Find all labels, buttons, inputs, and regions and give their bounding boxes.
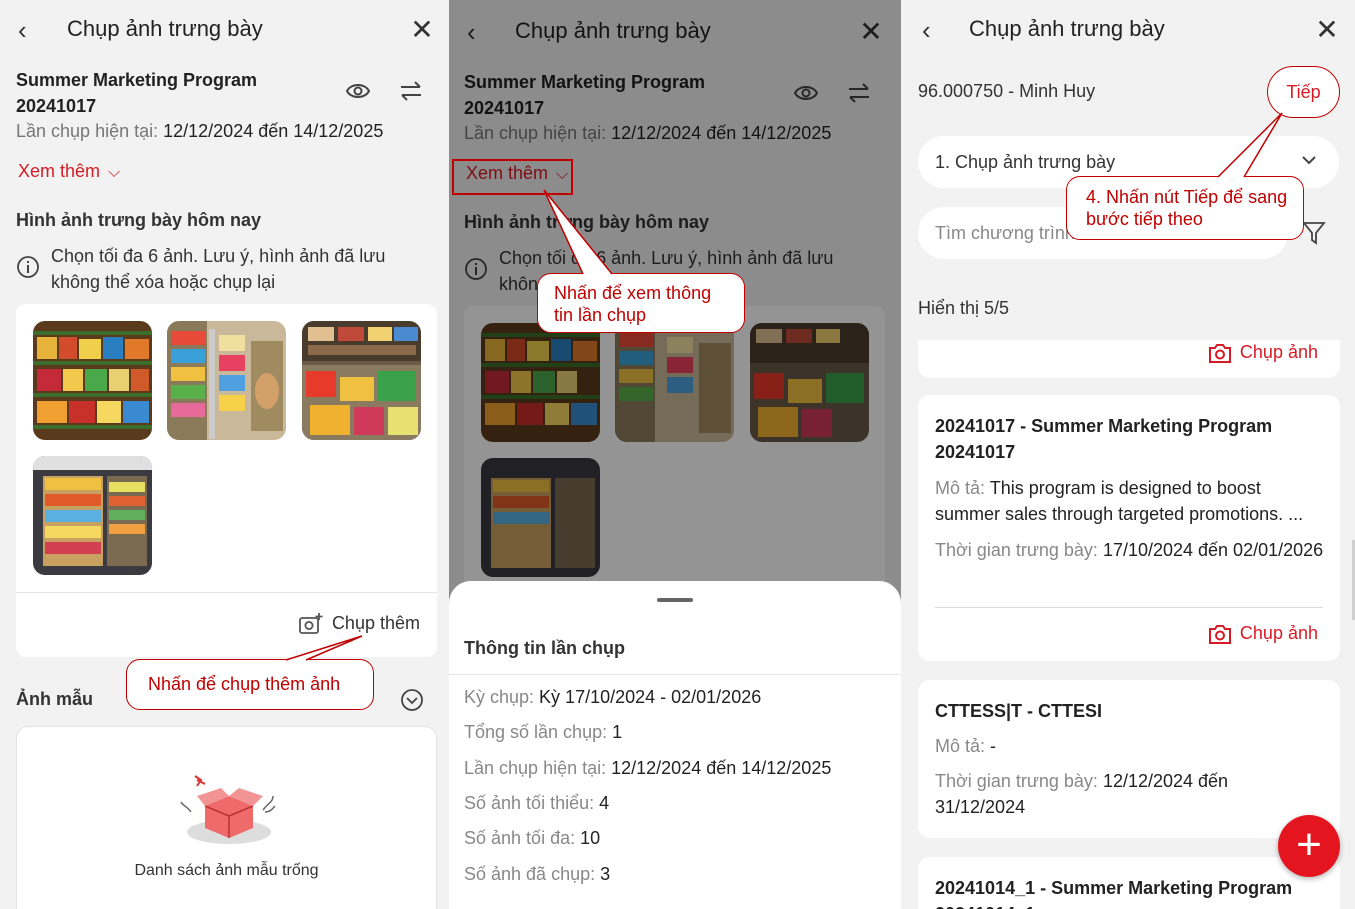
program-display-time: Thời gian trưng bày: 12/12/2024 đến 31/1… bbox=[935, 771, 1229, 817]
filter-icon[interactable] bbox=[1302, 220, 1326, 246]
program-display-time: Thời gian trưng bày: 17/10/2024 đến 02/0… bbox=[935, 540, 1324, 560]
back-icon[interactable]: ‹ bbox=[922, 16, 946, 44]
detail-row: Tổng số lần chụp: 1 bbox=[464, 722, 623, 742]
more-shot-button[interactable]: Chụp thêm bbox=[298, 612, 420, 636]
drag-handle[interactable] bbox=[657, 598, 693, 602]
program-card-title: CTTESS|T - CTTESI bbox=[935, 701, 1103, 721]
page-title: Chụp ảnh trưng bày bbox=[969, 16, 1165, 41]
detail-row: Lần chụp hiện tại: 12/12/2024 đến 14/12/… bbox=[464, 758, 832, 778]
screen-program-list: ‹ Chụp ảnh trưng bày ✕ 96.000750 - Minh … bbox=[901, 0, 1355, 909]
chevron-down-icon: ⌵ bbox=[108, 164, 121, 181]
program-description: Mô tả: - bbox=[935, 736, 997, 756]
photo-thumbnail[interactable] bbox=[167, 321, 286, 440]
close-icon[interactable]: ✕ bbox=[1314, 16, 1340, 44]
next-button[interactable]: Tiếp bbox=[1267, 66, 1340, 118]
swap-icon[interactable] bbox=[399, 80, 423, 102]
result-count: Hiển thị 5/5 bbox=[918, 298, 1010, 318]
program-description: Mô tả: This program is designed to boost… bbox=[935, 478, 1304, 524]
see-more-link[interactable]: Xem thêm ⌵ bbox=[18, 161, 120, 182]
program-title: Summer Marketing Program 20241017 bbox=[16, 70, 258, 116]
program-card: 20241014_1 - Summer Marketing Program 20… bbox=[918, 857, 1340, 909]
photo-grid-card: Chụp thêm bbox=[16, 304, 437, 657]
take-photo-button[interactable]: Chụp ảnh bbox=[1208, 623, 1318, 645]
camera-icon bbox=[1208, 625, 1231, 645]
bottom-sheet: Thông tin lần chụp Kỳ chụp: Kỳ 17/10/202… bbox=[449, 581, 901, 909]
chevron-down-icon bbox=[1302, 156, 1316, 165]
annotation-callout: 4. Nhấn nút Tiếp để sang bước tiếp theo bbox=[1066, 176, 1304, 240]
take-photo-button[interactable]: Chụp ảnh bbox=[1208, 342, 1318, 364]
photo-thumbnail[interactable] bbox=[33, 456, 152, 575]
app-header: ‹ Chụp ảnh trưng bày ✕ bbox=[0, 0, 449, 60]
program-card: CTTESS|T - CTTESI Mô tả: - Thời gian trư… bbox=[918, 680, 1340, 838]
divider bbox=[935, 607, 1323, 608]
page-title: Chụp ảnh trưng bày bbox=[67, 16, 263, 41]
annotation-callout: Nhấn để chụp thêm ảnh bbox=[126, 659, 374, 710]
current-shot: Lần chụp hiện tại: 12/12/2024 đến 14/12/… bbox=[16, 121, 384, 141]
add-photo-icon bbox=[299, 613, 323, 634]
program-card: 20241017 - Summer Marketing Program 2024… bbox=[918, 395, 1340, 661]
divider bbox=[16, 592, 437, 593]
sample-title: Ảnh mẫu bbox=[16, 689, 94, 709]
camera-icon bbox=[1208, 344, 1231, 364]
screen-shot-info: ‹ Chụp ảnh trưng bày ✕ Summer Marketing … bbox=[449, 0, 901, 909]
photo-thumbnail[interactable] bbox=[33, 321, 152, 440]
program-card-title: 20241017 - Summer Marketing Program 2024… bbox=[935, 416, 1273, 462]
divider bbox=[449, 674, 901, 675]
customer-name: 96.000750 - Minh Huy bbox=[918, 81, 1096, 101]
annotation-callout: Nhấn để xem thông tin lần chụp bbox=[537, 273, 745, 333]
app-header: ‹ Chụp ảnh trưng bày ✕ bbox=[901, 0, 1355, 60]
back-icon[interactable]: ‹ bbox=[18, 16, 42, 44]
program-card: Chụp ảnh bbox=[918, 340, 1340, 378]
detail-row: Số ảnh tối đa: 10 bbox=[464, 828, 601, 848]
detail-row: Số ảnh tối thiểu: 4 bbox=[464, 793, 610, 813]
close-icon[interactable]: ✕ bbox=[409, 16, 435, 44]
program-card-title: 20241014_1 - Summer Marketing Program 20… bbox=[935, 878, 1293, 909]
highlight-box bbox=[452, 159, 573, 195]
info-icon bbox=[17, 256, 39, 278]
empty-message: Danh sách ảnh mẫu trống bbox=[134, 862, 319, 879]
empty-box-illustration bbox=[180, 775, 276, 844]
section-title: Hình ảnh trưng bày hôm nay bbox=[16, 210, 262, 230]
eye-icon[interactable] bbox=[346, 80, 370, 102]
sheet-title: Thông tin lần chụp bbox=[464, 638, 625, 658]
plus-icon: + bbox=[1296, 820, 1322, 869]
detail-row: Số ảnh đã chụp: 3 bbox=[464, 864, 611, 884]
sample-card: Danh sách ảnh mẫu trống bbox=[16, 726, 437, 909]
screen-capture-photos: ‹ Chụp ảnh trưng bày ✕ Summer Marketing … bbox=[0, 0, 449, 909]
chevron-down-circle-icon[interactable] bbox=[400, 688, 424, 712]
add-button[interactable]: + bbox=[1278, 815, 1340, 877]
detail-row: Kỳ chụp: Kỳ 17/10/2024 - 02/01/2026 bbox=[464, 687, 762, 707]
photo-thumbnail[interactable] bbox=[302, 321, 421, 440]
